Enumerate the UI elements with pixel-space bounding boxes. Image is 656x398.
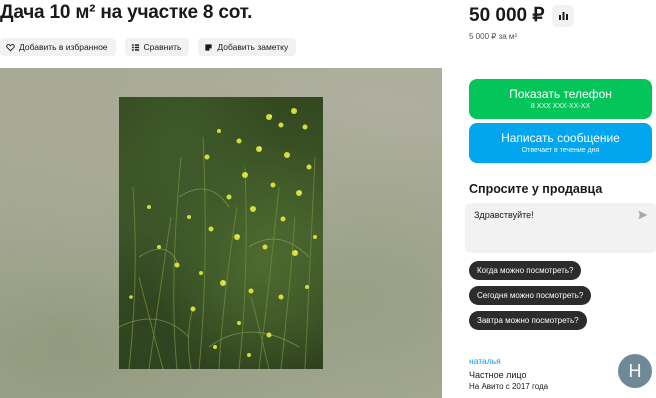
send-icon[interactable] bbox=[638, 210, 648, 220]
price-value: 50 000 ₽ bbox=[469, 5, 545, 26]
listing-actions: Добавить в избранное Сравнить Добавить з… bbox=[0, 38, 297, 56]
seller-name-link[interactable]: наталья bbox=[469, 356, 548, 366]
price-block: 50 000 ₽ 5 000 ₽ за м² bbox=[469, 4, 575, 41]
add-note-label: Добавить заметку bbox=[217, 42, 289, 52]
seller-since: На Авито с 2017 года bbox=[469, 382, 549, 391]
response-time: Отвечает в течение дня bbox=[521, 147, 600, 154]
photo-gallery[interactable] bbox=[0, 68, 442, 398]
phone-masked: 8 XXX XXX-XX-XX bbox=[530, 103, 591, 110]
bar-chart-icon bbox=[558, 12, 568, 20]
add-to-favorites-label: Добавить в избранное bbox=[19, 42, 108, 52]
show-phone-label: Показать телефон bbox=[509, 87, 612, 101]
compare-label: Сравнить bbox=[143, 42, 182, 52]
quick-question-chip[interactable]: Сегодня можно посмотреть? bbox=[469, 286, 592, 305]
seller-avatar[interactable]: Н bbox=[618, 354, 652, 388]
listing-title: Дача 10 м² на участке 8 сот. bbox=[0, 2, 253, 23]
compare-button[interactable]: Сравнить bbox=[124, 38, 190, 56]
seller-info: наталья Частное лицо На Авито с 2017 год… bbox=[469, 356, 548, 391]
add-to-favorites-button[interactable]: Добавить в избранное bbox=[0, 38, 116, 56]
compare-icon bbox=[131, 43, 139, 51]
note-icon bbox=[205, 43, 213, 51]
price-stats-button[interactable] bbox=[552, 4, 575, 27]
message-box bbox=[465, 203, 656, 253]
write-message-button[interactable]: Написать сообщение Отвечает в течение дн… bbox=[469, 123, 652, 163]
photo-foliage bbox=[119, 108, 317, 369]
write-message-label: Написать сообщение bbox=[501, 131, 620, 145]
quick-question-chip[interactable]: Завтра можно посмотреть? bbox=[469, 311, 587, 330]
quick-question-chip[interactable]: Когда можно посмотреть? bbox=[469, 261, 582, 280]
message-input[interactable] bbox=[474, 210, 634, 220]
ask-seller-title: Спросите у продавца bbox=[469, 182, 603, 196]
price-per-unit: 5 000 ₽ за м² bbox=[469, 32, 518, 41]
add-note-button[interactable]: Добавить заметку bbox=[198, 38, 297, 56]
show-phone-button[interactable]: Показать телефон 8 XXX XXX-XX-XX bbox=[469, 79, 652, 119]
heart-icon bbox=[6, 43, 15, 51]
listing-photo[interactable] bbox=[119, 97, 323, 369]
seller-type: Частное лицо bbox=[469, 370, 527, 380]
